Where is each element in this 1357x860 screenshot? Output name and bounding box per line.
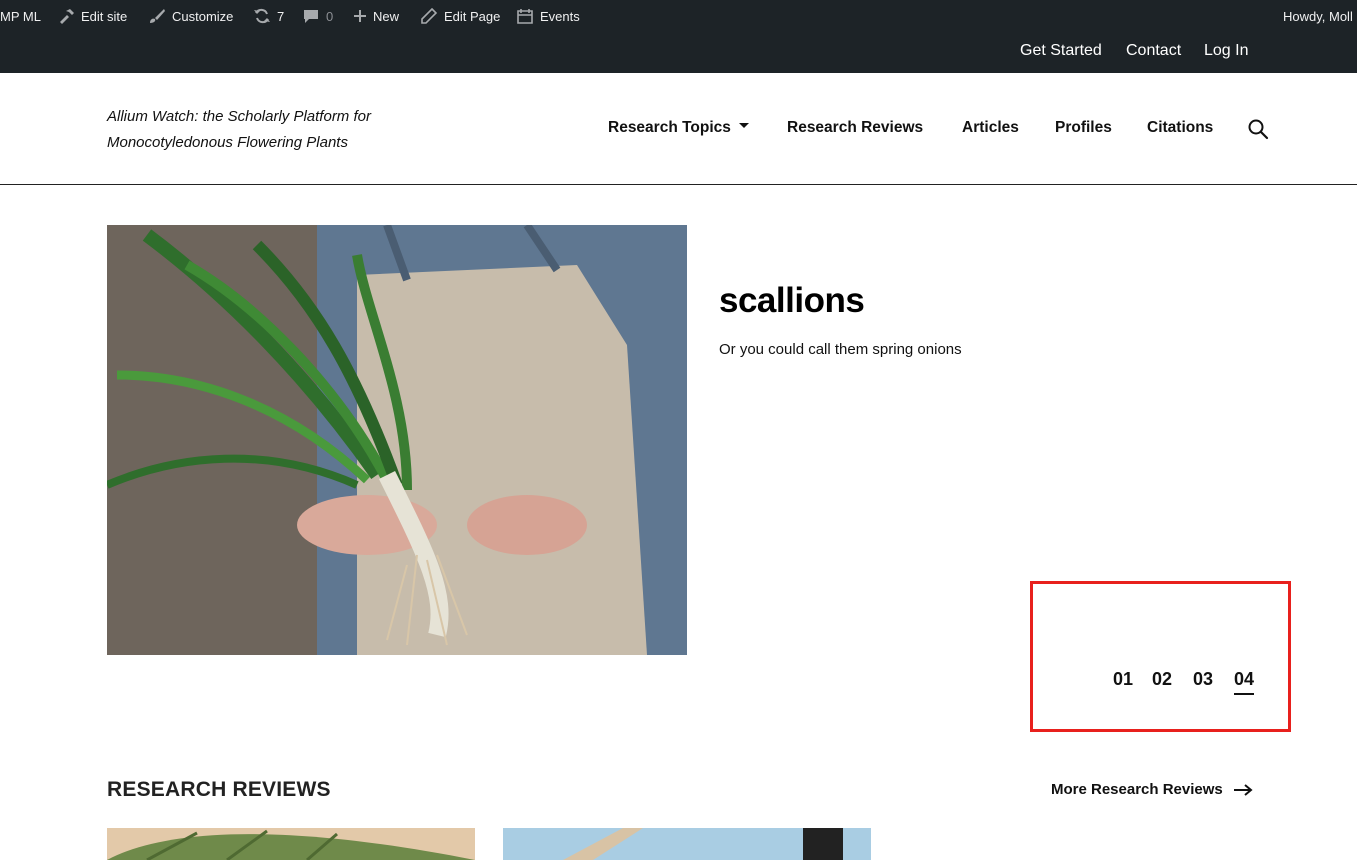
scallions-photo	[107, 225, 687, 655]
site-title[interactable]: Allium Watch: the Scholarly Platform for…	[107, 104, 447, 156]
utility-nav: Get Started Contact Log In	[0, 32, 1357, 73]
events-label: Events	[540, 8, 580, 24]
nav-research-topics-label: Research Topics	[608, 119, 731, 136]
get-started-link[interactable]: Get Started	[1020, 42, 1102, 60]
highlight-box	[1030, 581, 1291, 732]
comment-icon	[304, 10, 318, 23]
more-research-reviews-link[interactable]: More Research Reviews	[1051, 781, 1253, 798]
hero-subtitle: Or you could call them spring onions	[719, 341, 962, 358]
thumbnail-image	[503, 828, 871, 860]
howdy-greeting: Howdy, Moll	[1283, 8, 1353, 24]
refresh-icon	[254, 8, 270, 24]
comments-count: 0	[326, 8, 334, 24]
admin-site-label: MP ML	[0, 8, 41, 24]
review-thumbnail[interactable]	[107, 828, 475, 860]
more-link-label: More Research Reviews	[1051, 781, 1223, 798]
updates-link[interactable]: 7	[253, 0, 284, 32]
admin-bar: MP ML Edit site Customize 7 0 New Edit P…	[0, 0, 1357, 32]
nav-profiles[interactable]: Profiles	[1055, 119, 1112, 137]
calendar-icon	[517, 9, 533, 24]
section-heading: RESEARCH REVIEWS	[107, 778, 331, 801]
search-icon[interactable]	[1247, 118, 1269, 140]
account-menu[interactable]: Howdy, Moll	[1283, 0, 1353, 32]
hero-title: scallions	[719, 281, 865, 320]
edit-page-label: Edit Page	[444, 8, 501, 24]
edit-page-link[interactable]: Edit Page	[420, 0, 500, 32]
hammer-icon	[60, 9, 74, 24]
login-link[interactable]: Log In	[1204, 42, 1248, 60]
updates-count: 7	[277, 8, 285, 24]
slide-page-01[interactable]: 01	[1113, 669, 1133, 690]
brush-icon	[150, 9, 165, 23]
admin-site-menu[interactable]: MP ML	[0, 0, 41, 32]
slide-page-03[interactable]: 03	[1193, 669, 1213, 690]
arrow-right-icon	[1233, 783, 1253, 796]
caret-down-icon	[738, 123, 749, 129]
nav-citations[interactable]: Citations	[1147, 119, 1213, 137]
nav-research-reviews[interactable]: Research Reviews	[787, 119, 923, 137]
review-thumbnail[interactable]	[503, 828, 871, 860]
contact-link[interactable]: Contact	[1126, 42, 1181, 60]
new-content-link[interactable]: New	[353, 0, 399, 32]
pencil-icon	[421, 8, 438, 24]
customize-link[interactable]: Customize	[148, 0, 233, 32]
hero-image	[107, 225, 687, 655]
thumbnail-image	[107, 828, 475, 860]
slide-page-02[interactable]: 02	[1152, 669, 1172, 690]
nav-research-topics[interactable]: Research Topics	[608, 119, 749, 137]
edit-site-label: Edit site	[81, 8, 128, 24]
slide-page-04[interactable]: 04	[1234, 669, 1255, 695]
site-header: Allium Watch: the Scholarly Platform for…	[0, 73, 1357, 185]
edit-site-link[interactable]: Edit site	[57, 0, 127, 32]
new-label: New	[373, 8, 400, 24]
customize-label: Customize	[172, 8, 234, 24]
comments-link[interactable]: 0	[302, 0, 333, 32]
nav-articles[interactable]: Articles	[962, 119, 1019, 137]
events-link[interactable]: Events	[516, 0, 580, 32]
plus-icon	[354, 10, 366, 22]
